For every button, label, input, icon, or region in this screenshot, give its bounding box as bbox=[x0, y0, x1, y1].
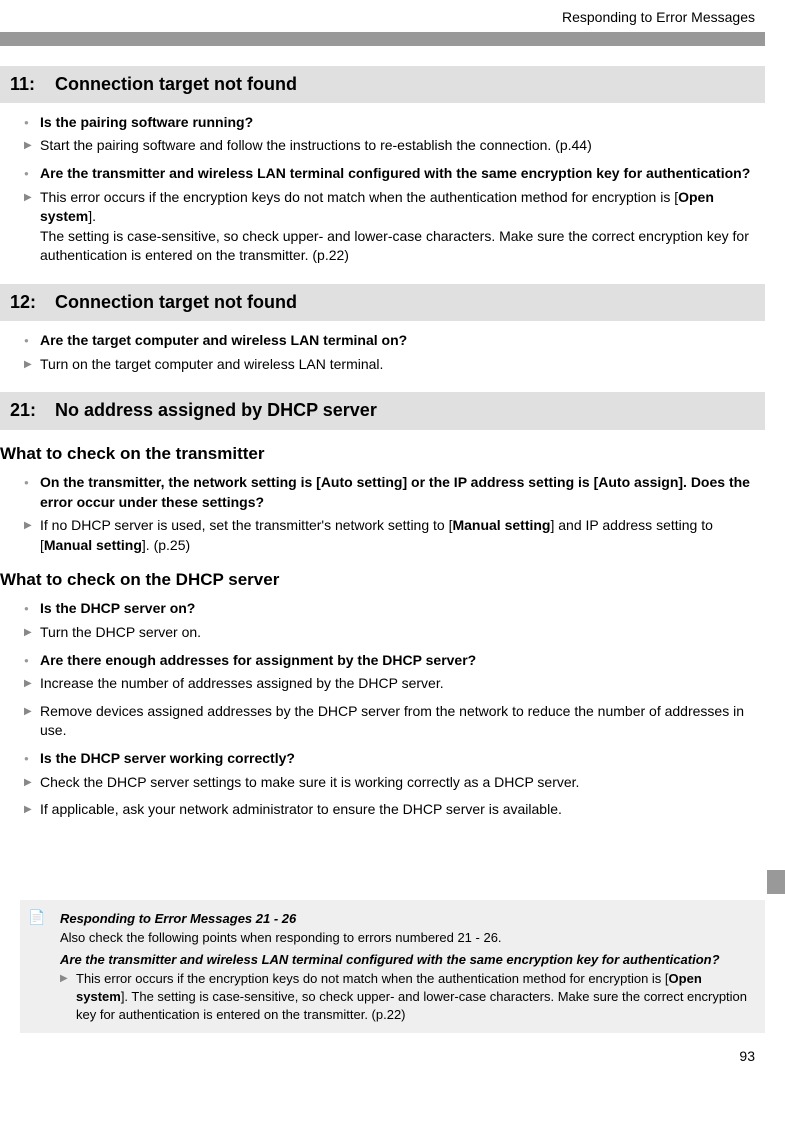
s21-transmitter-content: On the transmitter, the network setting … bbox=[40, 473, 755, 555]
s21-t-q1: On the transmitter, the network setting … bbox=[40, 473, 755, 512]
running-head: Responding to Error Messages bbox=[0, 0, 765, 32]
note-icon: 📄 bbox=[28, 908, 46, 926]
section-21-heading: 21: No address assigned by DHCP server bbox=[0, 392, 765, 429]
subhead-transmitter: What to check on the transmitter bbox=[0, 442, 765, 466]
section-12-title: Connection target not found bbox=[55, 292, 297, 312]
s11-a1: Start the pairing software and follow th… bbox=[40, 136, 755, 156]
section-12-code: 12: bbox=[10, 290, 50, 315]
section-21-code: 21: bbox=[10, 398, 50, 423]
note-q: Are the transmitter and wireless LAN ter… bbox=[60, 951, 751, 969]
s11-q2: Are the transmitter and wireless LAN ter… bbox=[40, 164, 755, 184]
s21-d-q3: Is the DHCP server working correctly? bbox=[40, 749, 755, 769]
s21-t-a1: If no DHCP server is used, set the trans… bbox=[40, 516, 755, 555]
note-title: Responding to Error Messages 21 - 26 bbox=[60, 910, 751, 928]
s12-a1: Turn on the target computer and wireless… bbox=[40, 355, 755, 375]
side-tab bbox=[767, 870, 785, 894]
subhead-dhcp: What to check on the DHCP server bbox=[0, 568, 765, 592]
section-12-content: Are the target computer and wireless LAN… bbox=[40, 331, 755, 374]
s21-d-a3b: If applicable, ask your network administ… bbox=[40, 800, 755, 820]
s21-d-a2b: Remove devices assigned addresses by the… bbox=[40, 702, 755, 741]
section-11-title: Connection target not found bbox=[55, 74, 297, 94]
note-intro: Also check the following points when res… bbox=[60, 929, 751, 947]
section-11-heading: 11: Connection target not found bbox=[0, 66, 765, 103]
note-a: This error occurs if the encryption keys… bbox=[60, 970, 751, 1023]
s21-d-a3a: Check the DHCP server settings to make s… bbox=[40, 773, 755, 793]
page-number: 93 bbox=[0, 1033, 765, 1077]
s12-q1: Are the target computer and wireless LAN… bbox=[40, 331, 755, 351]
s21-dhcp-content: Is the DHCP server on? Turn the DHCP ser… bbox=[40, 599, 755, 819]
s11-q1: Is the pairing software running? bbox=[40, 113, 755, 133]
section-11-code: 11: bbox=[10, 72, 50, 97]
s11-a2: This error occurs if the encryption keys… bbox=[40, 188, 755, 266]
section-12-heading: 12: Connection target not found bbox=[0, 284, 765, 321]
note-box: 📄 Responding to Error Messages 21 - 26 A… bbox=[20, 900, 765, 1033]
s21-d-a2a: Increase the number of addresses assigne… bbox=[40, 674, 755, 694]
section-21-title: No address assigned by DHCP server bbox=[55, 400, 377, 420]
s21-d-a1: Turn the DHCP server on. bbox=[40, 623, 755, 643]
header-bar bbox=[0, 32, 765, 46]
s21-d-q2: Are there enough addresses for assignmen… bbox=[40, 651, 755, 671]
s21-d-q1: Is the DHCP server on? bbox=[40, 599, 755, 619]
section-11-content: Is the pairing software running? Start t… bbox=[40, 113, 755, 266]
